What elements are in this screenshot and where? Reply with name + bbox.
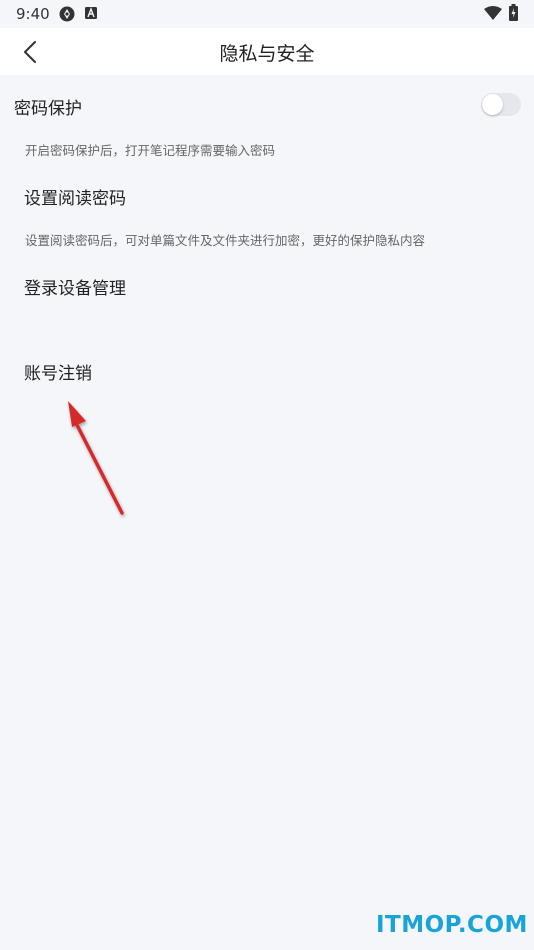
watermark: ITMOP.COM [376, 912, 528, 938]
status-time: 9:40 [16, 5, 50, 23]
sync-icon [59, 6, 75, 22]
account-cancel-item[interactable]: 账号注销 [24, 359, 92, 384]
password-protection-description: 开启密码保护后，打开笔记程序需要输入密码 [25, 143, 276, 158]
read-password-description: 设置阅读密码后，可对单篇文件及文件夹进行加密，更好的保护隐私内容 [25, 233, 426, 248]
a-letter-icon [85, 7, 97, 19]
password-protection-label: 密码保护 [14, 99, 82, 119]
status-bar: 9:40 [0, 0, 534, 28]
wifi-icon [484, 6, 502, 20]
device-management-item[interactable]: 登录设备管理 [24, 274, 126, 299]
toggle-knob [482, 94, 503, 115]
annotation-arrow-icon [68, 401, 124, 515]
battery-charging-icon [509, 4, 518, 21]
nav-bar: 隐私与安全 [0, 28, 534, 75]
read-password-item[interactable]: 设置阅读密码 [24, 184, 126, 209]
page-title: 隐私与安全 [219, 43, 315, 65]
password-protection-toggle[interactable] [481, 93, 521, 116]
